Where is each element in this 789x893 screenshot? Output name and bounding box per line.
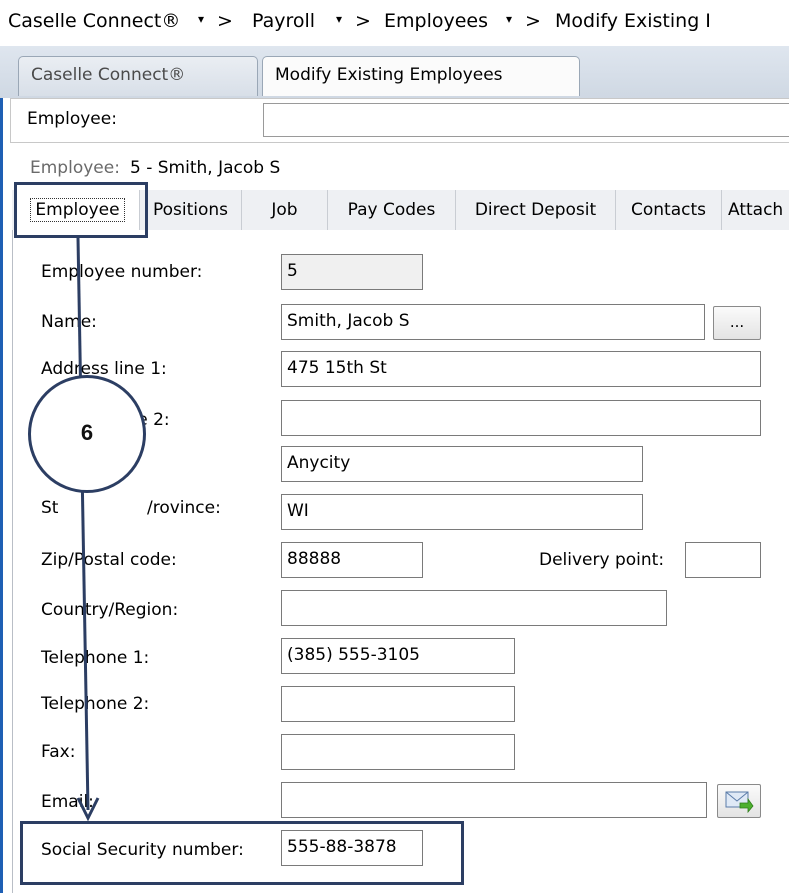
step-number-badge: 6 [28,375,146,493]
annotation-arrow-line [76,237,90,811]
